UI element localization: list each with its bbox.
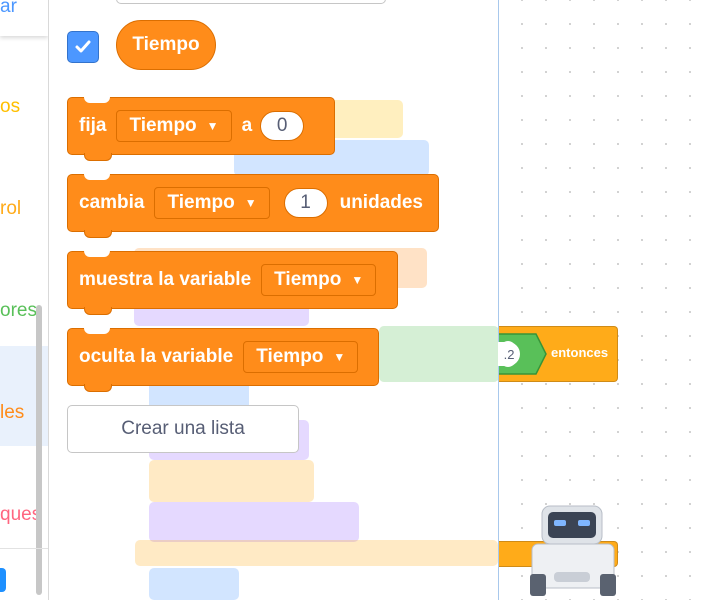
- category-item-os[interactable]: os: [0, 96, 20, 118]
- robot-sprite-icon[interactable]: [528, 500, 618, 600]
- chevron-down-icon: ▼: [206, 119, 219, 133]
- block-tab: [84, 307, 112, 315]
- block-notch: [84, 174, 110, 180]
- block-notch: [84, 328, 110, 334]
- units-label: unidades: [339, 192, 423, 213]
- block-tab: [84, 230, 112, 238]
- checkmark-icon: [75, 40, 91, 53]
- variable-dropdown[interactable]: Tiempo ▼: [154, 187, 270, 219]
- set-label: fija: [79, 115, 107, 136]
- block-notch: [84, 97, 110, 103]
- value-input[interactable]: 1: [283, 188, 328, 218]
- dropdown-value: Tiempo: [129, 115, 197, 136]
- change-variable-block[interactable]: cambia Tiempo ▼ 1 unidades: [67, 174, 439, 238]
- extension-button[interactable]: [0, 568, 6, 592]
- block-palette: Tiempo fija Tiempo ▼ a 0 cambia Tiempo ▼…: [49, 0, 499, 600]
- hide-variable-block[interactable]: oculta la variable Tiempo ▼: [67, 328, 379, 392]
- variable-dropdown[interactable]: Tiempo ▼: [261, 264, 377, 296]
- block-notch: [84, 251, 110, 257]
- ghost-wait-block: [149, 460, 314, 502]
- chevron-down-icon: ▼: [333, 350, 346, 364]
- variable-dropdown[interactable]: Tiempo ▼: [243, 341, 359, 373]
- ghost-else-bar: [135, 540, 498, 566]
- show-variable-block[interactable]: muestra la variable Tiempo ▼: [67, 251, 398, 315]
- block-tab: [84, 153, 112, 161]
- variable-checkbox[interactable]: [67, 31, 99, 63]
- ghost-condition: [379, 326, 498, 382]
- previous-button-edge: [116, 0, 386, 4]
- set-variable-block[interactable]: fija Tiempo ▼ a 0: [67, 97, 335, 161]
- ghost-sad-block: [149, 568, 239, 600]
- then-label: entonces: [551, 345, 609, 360]
- dropdown-value: Tiempo: [256, 346, 324, 367]
- category-item-ar[interactable]: ar: [0, 0, 17, 18]
- show-label: muestra la variable: [79, 269, 252, 290]
- change-label: cambia: [79, 192, 145, 213]
- category-menu: ar os rol ores les ques: [0, 0, 49, 600]
- create-list-button[interactable]: Crear una lista: [67, 405, 299, 453]
- chevron-down-icon: ▼: [351, 273, 364, 287]
- category-divider: [0, 548, 48, 549]
- hide-label: oculta la variable: [79, 346, 234, 367]
- category-item-rol[interactable]: rol: [0, 198, 21, 220]
- block-tab: [84, 384, 112, 392]
- variable-dropdown[interactable]: Tiempo ▼: [116, 110, 232, 142]
- chevron-down-icon: ▼: [244, 196, 257, 210]
- category-item-les[interactable]: les: [0, 402, 24, 424]
- dropdown-value: Tiempo: [167, 192, 235, 213]
- category-scrollbar[interactable]: [36, 305, 42, 595]
- value-input[interactable]: 0: [260, 111, 305, 141]
- category-item-ores[interactable]: ores: [0, 300, 37, 322]
- to-label: a: [241, 115, 253, 136]
- dropdown-value: Tiempo: [274, 269, 342, 290]
- ghost-show-image-block: [149, 502, 359, 542]
- variable-reporter[interactable]: Tiempo: [116, 20, 216, 70]
